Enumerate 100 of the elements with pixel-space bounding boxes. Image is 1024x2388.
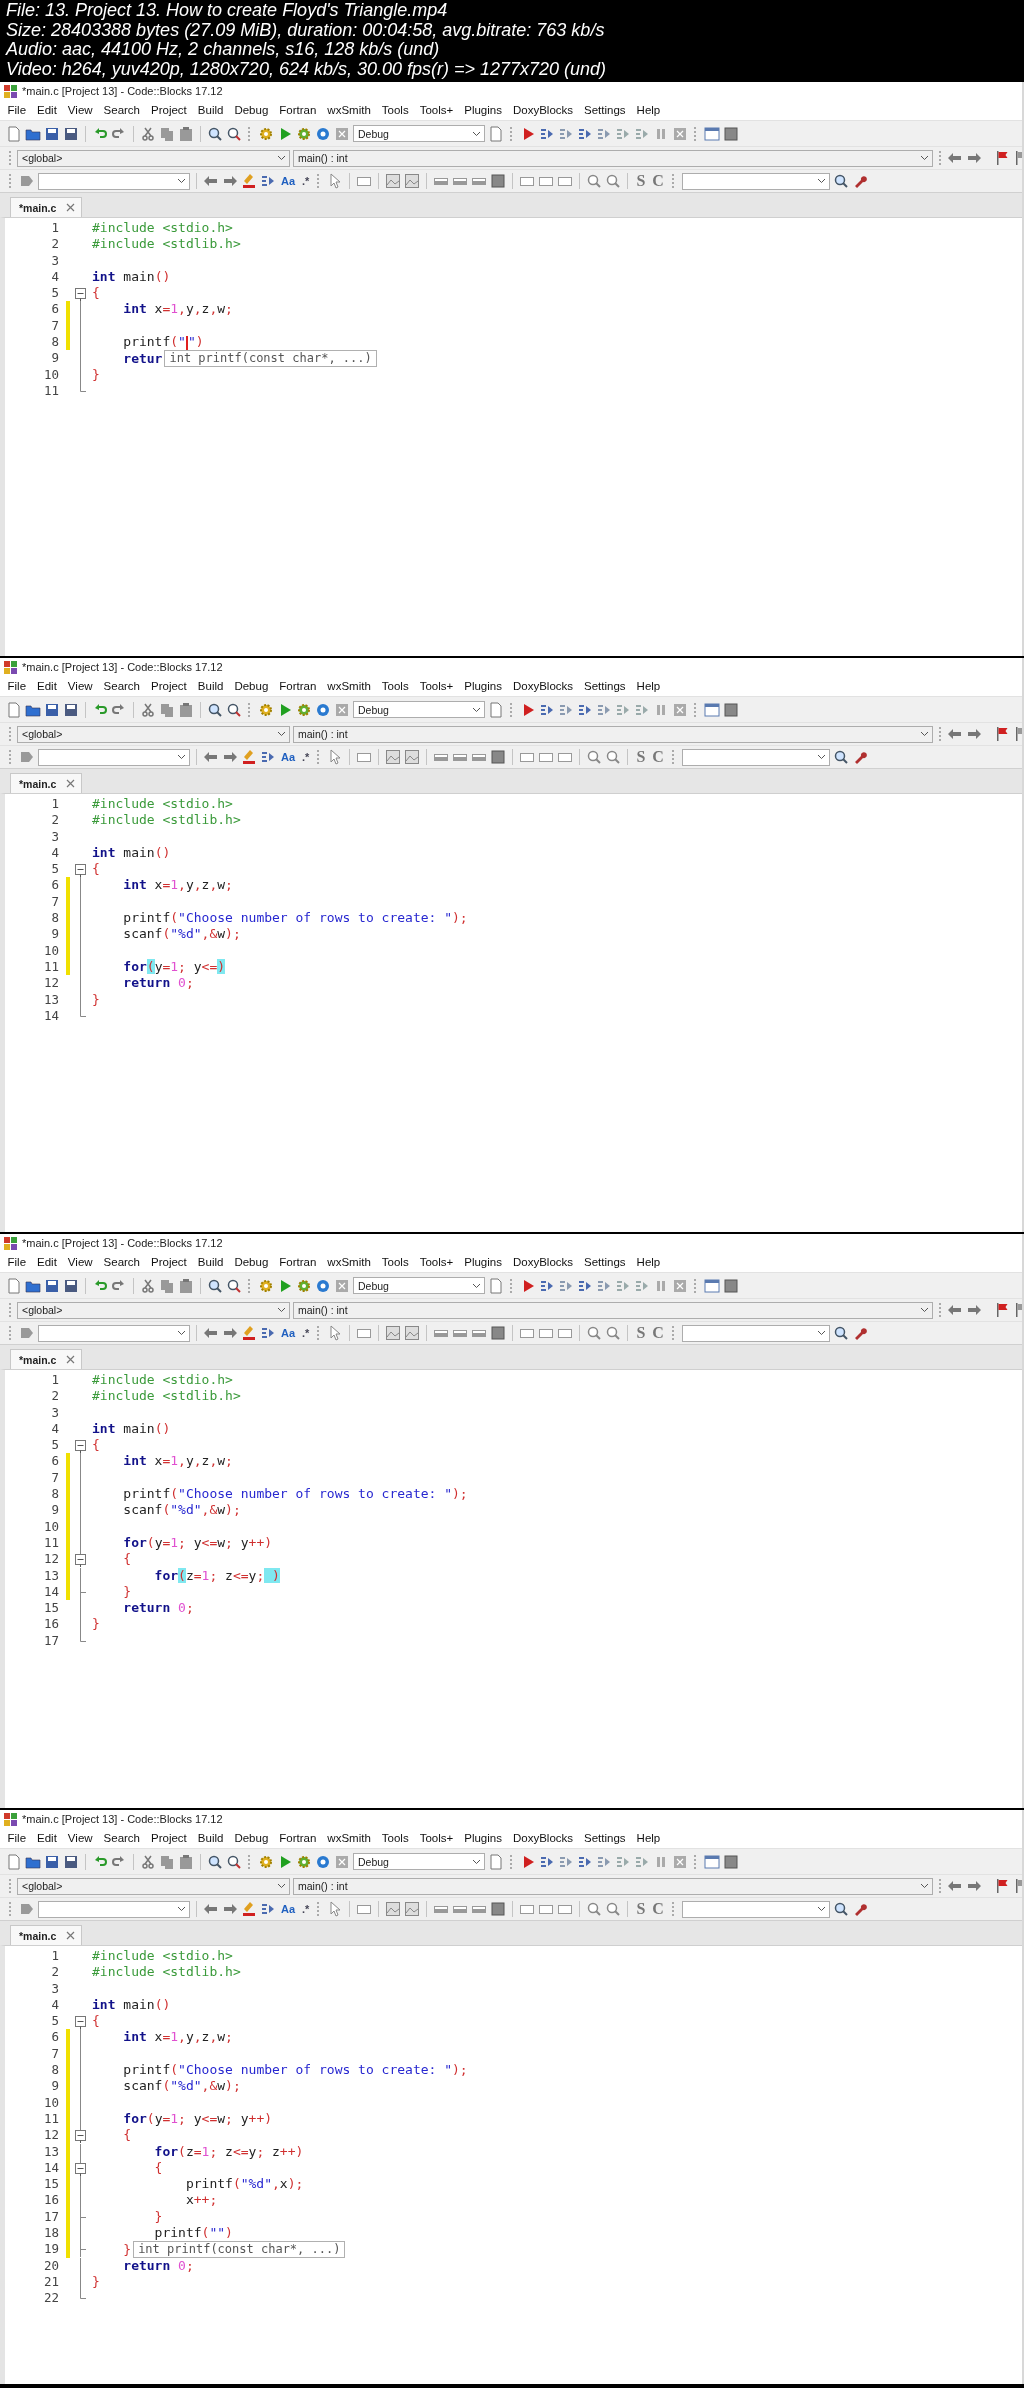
panel-icon[interactable] — [385, 1325, 402, 1341]
menu-item[interactable]: Settings — [578, 1832, 632, 1844]
menu-item[interactable]: Tools+ — [414, 1256, 459, 1268]
block-icon[interactable] — [490, 1325, 507, 1341]
rebuild-icon[interactable] — [315, 1277, 331, 1294]
menu-item[interactable]: Fortran — [273, 1832, 322, 1844]
scope-dropdown[interactable]: <global> — [17, 149, 290, 167]
toolbar-glyph[interactable]: Aa — [279, 1325, 298, 1341]
menu-item[interactable]: DoxyBlocks — [507, 104, 579, 116]
search-icon[interactable] — [207, 1853, 223, 1870]
menu-item[interactable]: Build — [192, 680, 229, 692]
arrow-right-icon[interactable] — [222, 1325, 238, 1341]
copy-icon[interactable] — [159, 701, 175, 718]
close-icon[interactable] — [66, 1355, 76, 1364]
window-icon[interactable] — [704, 701, 720, 718]
panel-icon[interactable] — [385, 173, 402, 189]
menu-item[interactable]: Settings — [578, 680, 632, 692]
gear-icon[interactable] — [296, 1277, 312, 1294]
tag-icon[interactable] — [19, 173, 35, 189]
panel-icon[interactable] — [404, 1325, 421, 1341]
menu-item[interactable]: Help — [631, 104, 666, 116]
menu-item[interactable]: Settings — [578, 104, 632, 116]
zoom-in-icon[interactable] — [586, 749, 603, 765]
fold-marker-icon[interactable] — [74, 2159, 86, 2176]
menu-item[interactable]: Edit — [31, 680, 63, 692]
jump-dropdown[interactable] — [38, 1900, 190, 1918]
menu-item[interactable]: View — [62, 1256, 99, 1268]
highlighter-icon[interactable] — [241, 1901, 257, 1917]
editor-tab[interactable]: *main.c — [10, 773, 83, 793]
highlighter-icon[interactable] — [241, 1325, 257, 1341]
menu-item[interactable]: Debug — [228, 1256, 274, 1268]
toolbar-glyph[interactable]: .* — [300, 1901, 312, 1917]
fold-marker-icon[interactable] — [74, 863, 86, 878]
tag-icon[interactable] — [19, 1325, 35, 1341]
editor-tab[interactable]: *main.c — [10, 1349, 83, 1369]
save-icon[interactable] — [44, 125, 60, 142]
menu-item[interactable]: wxSmith — [321, 1832, 377, 1844]
arrow-right-icon[interactable] — [222, 1901, 238, 1917]
flag-icon[interactable] — [994, 1302, 1010, 1318]
menu-item[interactable]: Plugins — [458, 680, 508, 692]
menu-item[interactable]: Plugins — [458, 104, 508, 116]
block-icon[interactable] — [723, 701, 739, 718]
toolbar-glyph[interactable]: .* — [300, 1325, 312, 1341]
menu-item[interactable]: DoxyBlocks — [507, 680, 579, 692]
flag-icon[interactable] — [994, 1878, 1010, 1894]
document-icon[interactable] — [6, 1853, 22, 1870]
menu-item[interactable]: Tools+ — [414, 680, 459, 692]
panel-icon[interactable] — [385, 749, 402, 765]
document-icon[interactable] — [488, 701, 504, 718]
arrow-right-icon[interactable] — [966, 726, 982, 742]
scope-dropdown[interactable]: <global> — [17, 1877, 290, 1895]
zoom-in-icon[interactable] — [586, 1901, 603, 1917]
menu-item[interactable]: Edit — [31, 104, 63, 116]
menu-item[interactable]: Search — [98, 680, 146, 692]
fold-marker-icon[interactable] — [74, 2127, 86, 2144]
block-icon[interactable] — [723, 1853, 739, 1870]
search-icon[interactable] — [226, 701, 242, 718]
menu-item[interactable]: Search — [98, 1256, 146, 1268]
paste-icon[interactable] — [178, 125, 194, 142]
save-icon[interactable] — [63, 701, 79, 718]
menu-item[interactable]: Edit — [31, 1832, 63, 1844]
scissors-icon[interactable] — [140, 701, 156, 718]
toolbar-glyph[interactable]: S — [634, 1325, 648, 1341]
paste-icon[interactable] — [178, 1853, 194, 1870]
block-icon[interactable] — [490, 1901, 507, 1917]
search-icon[interactable] — [832, 1325, 849, 1341]
search-icon[interactable] — [832, 749, 849, 765]
search-icon[interactable] — [226, 1277, 242, 1294]
jump-dropdown[interactable] — [38, 748, 190, 766]
scope-dropdown[interactable]: <global> — [17, 725, 290, 743]
menu-item[interactable]: Project — [145, 104, 193, 116]
menu-item[interactable]: Search — [98, 1832, 146, 1844]
gear-icon[interactable] — [296, 701, 312, 718]
scissors-icon[interactable] — [140, 125, 156, 142]
menu-item[interactable]: Search — [98, 104, 146, 116]
toolbar-glyph[interactable]: S — [634, 749, 648, 765]
search-icon[interactable] — [832, 1901, 849, 1917]
menu-item[interactable]: Build — [192, 104, 229, 116]
search-icon[interactable] — [226, 1853, 242, 1870]
stop-icon[interactable] — [334, 1853, 350, 1870]
menu-item[interactable]: Build — [192, 1256, 229, 1268]
search-icon[interactable] — [226, 125, 242, 142]
menu-item[interactable]: File — [2, 1256, 32, 1268]
toolbar-glyph[interactable]: S — [634, 1901, 648, 1917]
menu-item[interactable]: Debug — [228, 1832, 274, 1844]
copy-icon[interactable] — [159, 125, 175, 142]
menu-item[interactable]: Debug — [228, 104, 274, 116]
toolbar-glyph[interactable]: Aa — [279, 749, 298, 765]
gear-icon[interactable] — [258, 1853, 274, 1870]
step-icon[interactable] — [260, 1325, 276, 1341]
panel-icon[interactable] — [385, 1901, 402, 1917]
save-icon[interactable] — [63, 125, 79, 142]
menu-item[interactable]: Edit — [31, 1256, 63, 1268]
arrow-right-icon[interactable] — [222, 173, 238, 189]
menu-item[interactable]: wxSmith — [321, 680, 377, 692]
document-icon[interactable] — [6, 1277, 22, 1294]
editor-tab[interactable]: *main.c — [10, 1925, 83, 1945]
menu-item[interactable]: Fortran — [273, 104, 322, 116]
menu-item[interactable]: Project — [145, 1256, 193, 1268]
menu-item[interactable]: View — [62, 1832, 99, 1844]
